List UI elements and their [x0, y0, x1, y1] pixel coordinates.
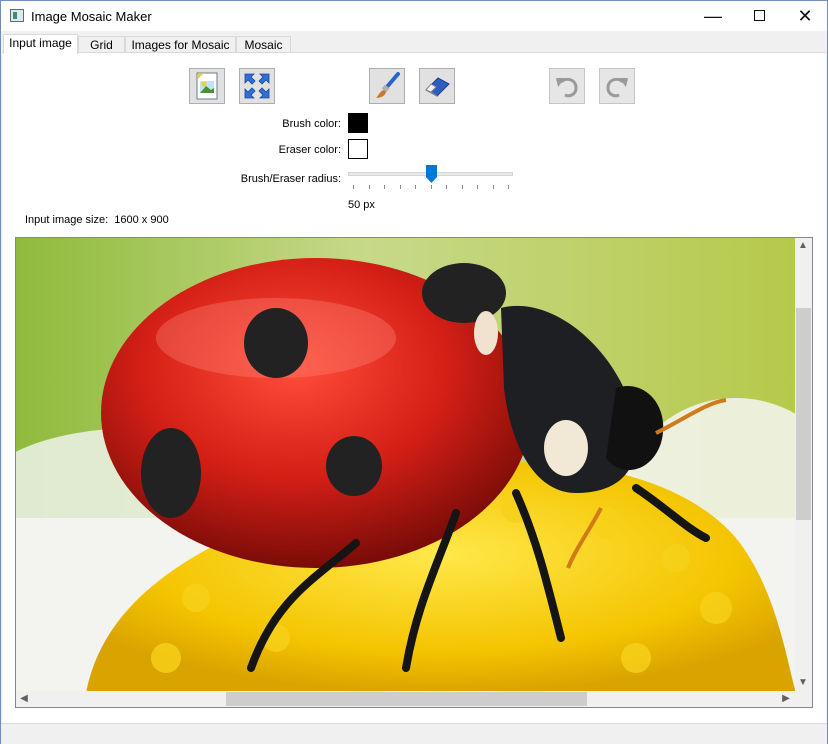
eraser-button[interactable] — [419, 68, 455, 104]
brush-icon — [376, 72, 400, 98]
app-icon — [10, 9, 24, 22]
brush-color-label: Brush color: — [282, 118, 341, 130]
scroll-left-icon[interactable]: ◀ — [16, 691, 32, 707]
tab-grid[interactable]: Grid — [78, 36, 125, 53]
close-button[interactable]: ✕ — [782, 1, 828, 31]
minimize-button[interactable]: — — [690, 1, 736, 31]
radius-label: Brush/Eraser radius: — [240, 173, 341, 185]
title-bar: Image Mosaic Maker — ✕ — [1, 1, 827, 31]
tab-mosaic[interactable]: Mosaic — [236, 36, 291, 53]
slider-tick — [353, 185, 354, 189]
redo-icon — [606, 77, 628, 98]
window-title: Image Mosaic Maker — [31, 9, 152, 24]
slider-tick — [384, 185, 385, 189]
tab-images-for-mosaic[interactable]: Images for Mosaic — [125, 36, 236, 53]
slider-tick — [493, 185, 494, 189]
tab-input-image[interactable]: Input image — [3, 34, 78, 54]
radius-slider-handle[interactable] — [425, 165, 437, 183]
horizontal-scrollbar[interactable]: ◀ ▶ — [16, 691, 812, 707]
slider-tick — [477, 185, 478, 189]
radius-value: 50 px — [348, 199, 375, 211]
vertical-scrollbar[interactable]: ▲ ▼ — [795, 238, 812, 691]
maximize-button[interactable] — [736, 1, 782, 31]
horizontal-scroll-thumb[interactable] — [226, 692, 587, 706]
scroll-right-icon[interactable]: ▶ — [778, 691, 794, 707]
input-image-size-label: Input image size: — [25, 214, 109, 226]
slider-tick — [415, 185, 416, 189]
slider-tick — [369, 185, 370, 189]
vertical-scroll-thumb[interactable] — [796, 308, 811, 520]
undo-button[interactable] — [549, 68, 585, 104]
slider-tick — [446, 185, 447, 189]
input-image-size: Input image size: 1600 x 900 — [25, 214, 169, 226]
brush-button[interactable] — [369, 68, 405, 104]
fit-to-window-button[interactable] — [239, 68, 275, 104]
scroll-up-icon[interactable]: ▲ — [795, 238, 811, 254]
brush-color-swatch[interactable] — [348, 113, 368, 133]
scroll-down-icon[interactable]: ▼ — [795, 675, 811, 691]
eraser-color-swatch[interactable] — [348, 139, 368, 159]
ladybug-photo — [16, 238, 796, 693]
slider-tick — [400, 185, 401, 189]
redo-button[interactable] — [599, 68, 635, 104]
app-window: Image Mosaic Maker — ✕ Input image Grid … — [0, 0, 828, 744]
slider-tick — [462, 185, 463, 189]
eraser-icon — [425, 77, 450, 97]
slider-tick — [508, 185, 509, 189]
undo-icon — [556, 77, 578, 98]
slider-tick — [431, 185, 432, 189]
open-image-icon — [196, 72, 218, 100]
status-bar — [1, 723, 827, 744]
eraser-color-label: Eraser color: — [278, 144, 341, 156]
image-viewer[interactable]: ▲ ▼ ◀ ▶ — [15, 237, 813, 708]
open-image-button[interactable] — [189, 68, 225, 104]
input-image-size-value: 1600 x 900 — [114, 214, 169, 226]
fit-to-window-icon — [244, 73, 270, 99]
